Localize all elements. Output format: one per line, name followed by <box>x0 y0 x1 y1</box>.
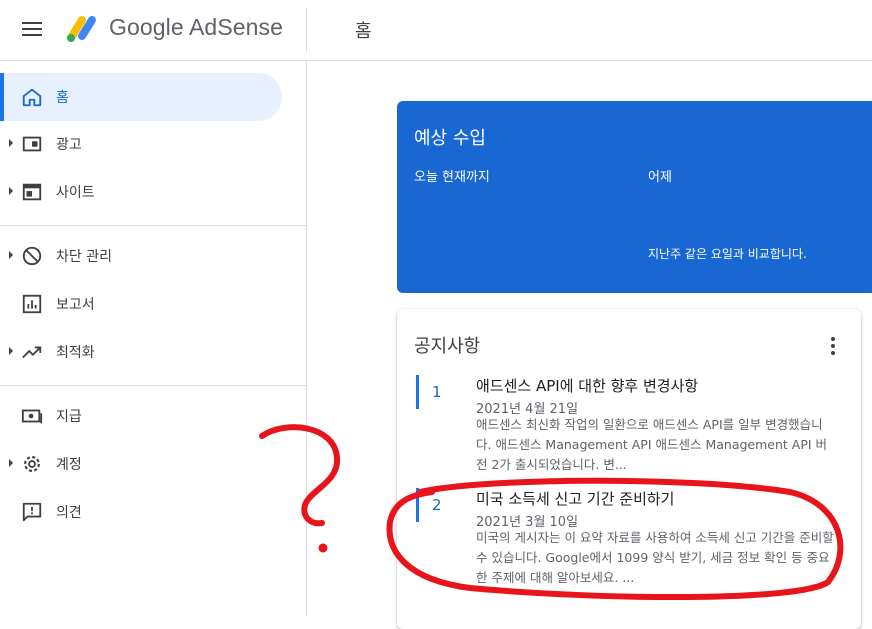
sidebar-item-label: 차단 관리 <box>56 249 112 265</box>
announcement-title-link[interactable]: 미국 소득세 신고 기간 준비하기 <box>476 488 674 509</box>
sidebar-item-label: 보고서 <box>56 297 95 313</box>
sidebar-item-label: 지급 <box>56 409 82 425</box>
gear-icon <box>24 456 40 472</box>
active-indicator <box>0 73 4 121</box>
expand-arrow-icon[interactable] <box>9 459 13 467</box>
feedback-icon <box>22 502 42 522</box>
today-label: 오늘 현재까지 <box>414 170 490 185</box>
sites-icon <box>22 183 42 201</box>
sidebar-item-sites[interactable]: 사이트 <box>0 168 306 216</box>
sidebar-item-label: 광고 <box>56 137 82 153</box>
sidebar-item-reports[interactable]: 보고서 <box>0 280 306 328</box>
header-divider <box>306 8 307 52</box>
item-number: 1 <box>432 383 442 401</box>
top-app-bar: Google AdSense 홈 <box>0 0 872 61</box>
expand-arrow-icon[interactable] <box>9 139 13 147</box>
page-title: 홈 <box>355 21 372 42</box>
sidebar-divider <box>0 225 306 226</box>
sidebar-item-payments[interactable]: 지급 <box>0 392 306 440</box>
announcement-summary: 미국의 게시자는 이 요약 자료를 사용하여 소득세 신고 기간을 준비할 수 … <box>476 530 834 585</box>
announcement-title-link[interactable]: 애드센스 API에 대한 향후 변경사항 <box>476 375 698 396</box>
sidebar-item-optimization[interactable]: 최적화 <box>0 328 306 376</box>
announcement-summary: 애드센스 최신화 작업의 일환으로 애드센스 API를 일부 변경했습니다. 애… <box>476 417 828 472</box>
item-number: 2 <box>432 496 442 514</box>
comparison-note: 지난주 같은 요일과 비교합니다. <box>648 247 807 261</box>
menu-icon[interactable] <box>22 20 44 38</box>
sidebar-item-account[interactable]: 계정 <box>0 440 306 488</box>
block-icon <box>22 246 42 266</box>
sidebar-item-label: 의견 <box>56 505 82 521</box>
item-indicator <box>416 375 419 409</box>
sidebar-item-blocking[interactable]: 차단 관리 <box>0 232 306 280</box>
item-indicator <box>416 488 419 522</box>
card-title: 예상 수입 <box>414 128 486 149</box>
sidebar-item-ads[interactable]: 광고 <box>0 120 306 168</box>
report-icon <box>22 294 42 314</box>
ads-icon <box>22 136 42 152</box>
adsense-logo-icon <box>67 16 96 42</box>
more-options-icon[interactable] <box>825 335 841 357</box>
question-dot-annotation <box>318 543 328 553</box>
sidebar-item-home[interactable]: 홈 <box>0 73 306 121</box>
expand-arrow-icon[interactable] <box>9 187 13 195</box>
brand-name: Google AdSense <box>109 14 284 40</box>
sidebar-item-feedback[interactable]: 의견 <box>0 488 306 536</box>
sidebar-item-label: 계정 <box>56 457 82 473</box>
sidebar-item-label: 최적화 <box>56 345 95 361</box>
sidebar-item-label: 사이트 <box>56 185 95 201</box>
home-icon <box>22 88 42 107</box>
sidebar-item-label: 홈 <box>56 90 69 106</box>
yesterday-label: 어제 <box>648 170 672 185</box>
expand-arrow-icon[interactable] <box>9 347 13 355</box>
payment-icon <box>21 409 43 424</box>
sidebar-divider <box>0 385 306 386</box>
estimated-earnings-card[interactable]: 예상 수입 오늘 현재까지 어제 지난주 같은 요일과 비교합니다. <box>397 101 872 293</box>
card-title: 공지사항 <box>414 336 481 357</box>
sidebar: 홈 광고 사이트 차단 관리 보고서 최적화 지급 계정 의견 <box>0 61 307 616</box>
expand-arrow-icon[interactable] <box>9 251 13 259</box>
announcements-card: 공지사항 1 애드센스 API에 대한 향후 변경사항 2021년 4월 21일… <box>397 309 861 629</box>
trending-icon <box>22 346 42 359</box>
